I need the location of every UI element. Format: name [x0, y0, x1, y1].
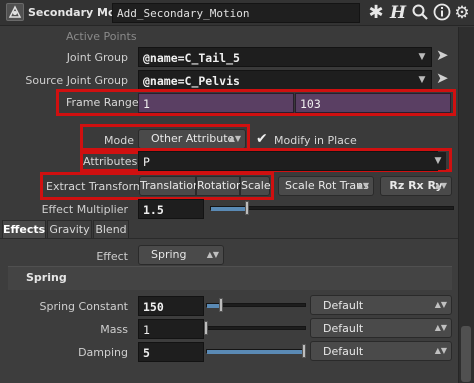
effect-menu[interactable]: Spring ▲▼ [138, 245, 224, 265]
mode-menu[interactable]: Other Attribute ▲▼ [138, 129, 246, 149]
attributes-menu-arrow[interactable]: ▼ [430, 152, 446, 170]
rotation-toggle[interactable]: Rotation [196, 176, 243, 196]
transform-order-menu[interactable]: Scale Rot Trans ▲▼ [278, 176, 374, 196]
effect-multiplier-slider-handle[interactable] [244, 201, 249, 215]
frame-range-end-input[interactable]: 103 [295, 93, 451, 113]
chevron-updown-icon: ▲▼ [356, 181, 369, 190]
source-joint-group-menu-arrow[interactable]: ▼ [414, 71, 430, 89]
section-heading-active-points: Active Points [66, 30, 137, 43]
scale-toggle[interactable]: Scale [240, 176, 271, 196]
frame-range-start-input[interactable]: 1 [138, 93, 294, 113]
joint-group-input[interactable]: @name=C_Tail_5 [138, 47, 432, 67]
mass-label: Mass [100, 323, 128, 336]
spring-folder-title: Spring [26, 271, 67, 284]
damping-mode-value: Default [323, 345, 364, 358]
attributes-input[interactable]: P [138, 151, 438, 171]
chevron-updown-icon: ▲▼ [206, 250, 219, 259]
help-h-icon[interactable]: H [388, 3, 408, 23]
scrollbar-thumb[interactable] [461, 326, 471, 382]
chevron-updown-icon: ▲▼ [434, 346, 447, 355]
damping-slider-handle[interactable] [302, 344, 306, 358]
chevron-updown-icon: ▲▼ [228, 134, 241, 143]
spring-constant-mode-value: Default [323, 299, 364, 312]
gear-icon[interactable]: ✱ [366, 3, 386, 23]
spring-constant-mode-menu[interactable]: Default ▲▼ [310, 295, 452, 315]
frame-range-label: Frame Range [66, 96, 139, 109]
joint-group-label: Joint Group [66, 51, 128, 64]
tab-blend[interactable]: Blend [93, 220, 129, 238]
effect-menu-value: Spring [151, 248, 187, 261]
effect-multiplier-input[interactable]: 1.5 [138, 199, 204, 219]
attributes-label: Attributes [83, 155, 138, 168]
damping-slider-track[interactable] [206, 349, 306, 354]
chevron-updown-icon: ▲▼ [434, 300, 447, 309]
mass-slider-track[interactable] [206, 326, 306, 330]
rotation-order-menu[interactable]: Rz Rx Ry ▲▼ [380, 176, 452, 196]
source-joint-group-label: Source Joint Group [25, 74, 128, 87]
select-pointer-icon[interactable]: ➤ [436, 46, 449, 64]
translation-toggle[interactable]: Translation [139, 176, 200, 196]
search-icon[interactable] [410, 3, 430, 23]
joint-group-menu-arrow[interactable]: ▼ [414, 48, 430, 66]
tab-effects[interactable]: Effects [2, 220, 46, 238]
damping-label: Damping [78, 346, 128, 359]
mass-slider-handle[interactable] [204, 321, 208, 335]
spring-constant-slider-handle[interactable] [219, 298, 223, 312]
mode-menu-value: Other Attribute [151, 132, 235, 145]
info-icon[interactable] [432, 3, 452, 23]
mode-label: Mode [104, 134, 134, 147]
chevron-updown-icon: ▲▼ [434, 323, 447, 332]
spring-folder-header[interactable] [8, 266, 452, 290]
spring-constant-label: Spring Constant [39, 300, 128, 313]
settings-gear-icon[interactable]: ⚙ [452, 3, 472, 23]
mass-mode-menu[interactable]: Default ▲▼ [310, 318, 452, 338]
effect-multiplier-label: Effect Multiplier [41, 203, 128, 216]
effect-multiplier-slider-fill [211, 207, 248, 211]
chevron-updown-icon: ▲▼ [434, 181, 447, 190]
mass-mode-value: Default [323, 322, 364, 335]
modify-in-place-label: Modify in Place [274, 134, 357, 147]
modify-in-place-checkbox[interactable]: ✔ [256, 132, 270, 146]
source-joint-group-input[interactable]: @name=C_Pelvis [138, 70, 432, 90]
mass-input[interactable]: 1 [138, 319, 204, 339]
extract-transform-label: Extract Transform [46, 180, 144, 193]
tab-gravity[interactable]: Gravity [47, 220, 92, 238]
damping-mode-menu[interactable]: Default ▲▼ [310, 341, 452, 361]
spring-constant-input[interactable]: 150 [138, 296, 204, 316]
node-type-icon [6, 3, 24, 21]
select-pointer-icon[interactable]: ➤ [436, 69, 449, 87]
damping-input[interactable]: 5 [138, 342, 204, 362]
damping-slider-fill [207, 350, 305, 354]
node-name-field[interactable]: Add_Secondary_Motion [112, 3, 360, 23]
effect-label: Effect [96, 250, 128, 263]
